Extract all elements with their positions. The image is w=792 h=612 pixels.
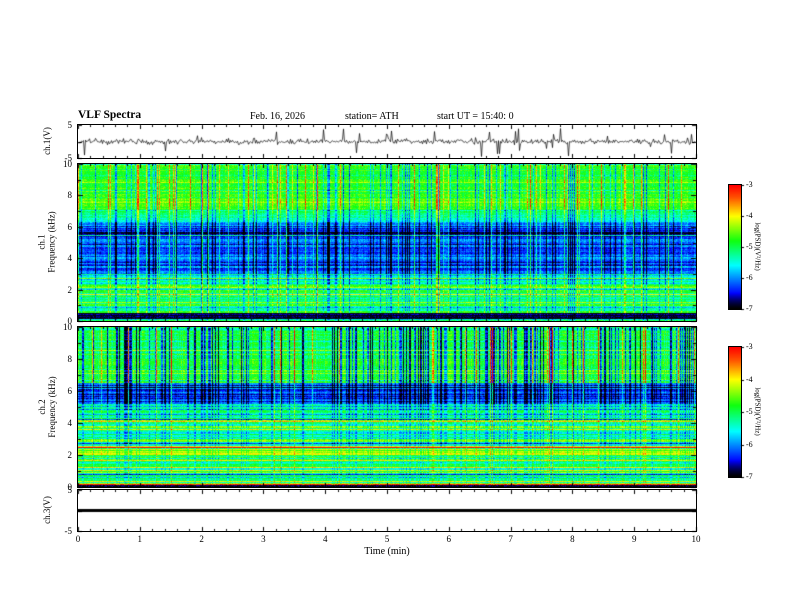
- x-tick-label: 7: [508, 534, 513, 544]
- y-tick-label: 10: [63, 322, 72, 332]
- y-tick-label: -5: [64, 526, 73, 536]
- y-tick-label: -5: [64, 153, 73, 163]
- ch1-waveform-canvas: [78, 125, 696, 158]
- y-tick-label: 5: [67, 485, 73, 495]
- colorbar-tick-label: -3: [746, 342, 753, 351]
- ylabel-ch2-line1: ch.2: [37, 399, 47, 415]
- ch2-spectrogram-canvas: [78, 327, 696, 487]
- x-tick-label: 8: [570, 534, 575, 544]
- ylabel-ch1-frequency: ch.1 Frequency (kHz): [37, 164, 57, 321]
- colorbar-ch1: [728, 184, 742, 310]
- ylabel-ch2-frequency: ch.2 Frequency (kHz): [37, 327, 57, 487]
- ylabel-ch1-line2: Frequency (kHz): [46, 211, 57, 273]
- y-tick-label: 5: [67, 120, 73, 130]
- x-tick-label: 6: [446, 534, 452, 544]
- colorbar-tick-label: -4: [746, 374, 753, 384]
- figure-title: VLF Spectra: [78, 109, 142, 121]
- colorbar-ch1-canvas: [729, 185, 741, 309]
- colorbar-tick-label: -5: [746, 407, 753, 416]
- ylabel-ch2-line2: Frequency (kHz): [47, 376, 57, 438]
- station-label: station= ATH: [345, 111, 399, 122]
- y-tick-label: 6: [67, 221, 73, 232]
- colorbar-ch2: [728, 346, 742, 478]
- y-tick-label: 2: [67, 450, 73, 460]
- colorbar-tick-label: -3: [746, 180, 753, 189]
- y-tick-label: 4: [67, 418, 73, 428]
- y-tick-label: 4: [67, 253, 73, 264]
- x-tick-label: 4: [322, 534, 328, 544]
- colorbar-tick-label: -7: [746, 472, 753, 481]
- colorbar-tick-label: -7: [746, 304, 753, 313]
- y-tick-label: 8: [67, 190, 73, 201]
- ch1-spectrogram-canvas: [78, 164, 696, 321]
- y-tick-label: 2: [67, 284, 73, 295]
- x-tick-label: 9: [631, 534, 637, 544]
- start-ut-label: start UT = 15:40: 0: [437, 111, 514, 122]
- x-tick-label: 10: [691, 534, 701, 544]
- colorbar-ch2-canvas: [729, 347, 741, 477]
- x-tick-label: 1: [137, 534, 143, 544]
- x-tick-label: 5: [384, 534, 390, 544]
- colorbar-tick-label: -6: [746, 273, 753, 282]
- colorbar-tick-label: -4: [746, 211, 753, 220]
- x-axis-title: Time (min): [364, 546, 410, 557]
- ch3-waveform-canvas: [78, 490, 696, 531]
- vlf-spectra-figure: VLF Spectra Feb. 16, 2026 station= ATH s…: [0, 0, 792, 612]
- panel-ch1-spectrogram: [77, 163, 697, 322]
- colorbar-tick-label: -5: [746, 242, 753, 251]
- x-tick-label: 3: [261, 534, 266, 544]
- panel-ch3-waveform: [77, 489, 697, 532]
- x-tick-label: 2: [199, 534, 204, 544]
- ylabel-ch1-line1: ch.1: [36, 234, 47, 250]
- colorbar-tick-label: -6: [746, 439, 753, 449]
- panel-ch1-waveform: [77, 124, 697, 159]
- y-tick-label: 8: [67, 354, 73, 364]
- panel-ch2-spectrogram: [77, 326, 697, 488]
- y-tick-label: 6: [67, 386, 73, 396]
- figure-date: Feb. 16, 2026: [250, 111, 305, 122]
